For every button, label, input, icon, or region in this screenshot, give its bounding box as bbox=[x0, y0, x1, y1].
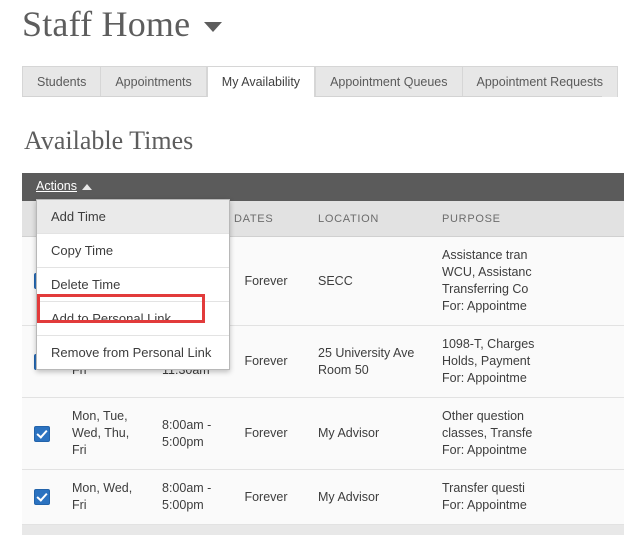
purpose-line: WCU, Assistanc bbox=[442, 265, 532, 279]
menu-item-copy-time[interactable]: Copy Time bbox=[37, 234, 229, 268]
cell-dates: Forever bbox=[224, 397, 308, 470]
tab-appointment-queues[interactable]: Appointment Queues bbox=[315, 66, 463, 97]
cell-times: 8:00am - 5:00pm bbox=[152, 397, 224, 470]
purpose-line: Assistance tran bbox=[442, 248, 528, 262]
purpose-line: For: Appointme bbox=[442, 371, 527, 385]
menu-item-add-to-personal-link[interactable]: Add to Personal Link bbox=[37, 302, 229, 336]
page-section-heading: Available Times bbox=[24, 126, 194, 155]
purpose-line: 1098-T, Charges bbox=[442, 337, 535, 351]
purpose-line: Holds, Payment bbox=[442, 354, 531, 368]
menu-item-add-time[interactable]: Add Time bbox=[37, 200, 229, 234]
panel-footer bbox=[22, 525, 624, 535]
cell-dates: Forever bbox=[224, 469, 308, 525]
cell-days: Mon, Tue, Wed, Thu, Fri bbox=[62, 397, 152, 470]
actions-menu-button[interactable]: Actions bbox=[36, 179, 92, 193]
menu-item-remove-from-personal-link[interactable]: Remove from Personal Link bbox=[37, 336, 229, 369]
tab-students[interactable]: Students bbox=[22, 66, 102, 97]
cell-dates: Forever bbox=[224, 325, 308, 398]
purpose-line: For: Appointme bbox=[442, 498, 527, 512]
chevron-down-icon[interactable] bbox=[204, 22, 223, 32]
cell-purpose: Assistance tran WCU, Assistanc Transferrin… bbox=[432, 236, 624, 326]
actions-dropdown-menu: Add Time Copy Time Delete Time Add to Perso… bbox=[36, 199, 230, 370]
purpose-line: Transferring Co bbox=[442, 282, 529, 296]
actions-menu-label: Actions bbox=[36, 179, 77, 193]
purpose-line: classes, Transfe bbox=[442, 426, 533, 440]
cell-location: My Advisor bbox=[308, 469, 432, 525]
tab-appointments[interactable]: Appointments bbox=[101, 66, 207, 97]
tab-appointment-requests[interactable]: Appointment Requests bbox=[462, 66, 618, 97]
cell-days: Mon, Wed, Fri bbox=[62, 469, 152, 525]
page-title-row[interactable]: Staff Home bbox=[22, 2, 223, 46]
purpose-line: For: Appointme bbox=[442, 443, 527, 457]
cell-location: SECC bbox=[308, 236, 432, 326]
cell-location: My Advisor bbox=[308, 397, 432, 470]
purpose-line: For: Appointme bbox=[442, 299, 527, 313]
table-row: Mon, Tue, Wed, Thu, Fri 8:00am - 5:00pm Fo… bbox=[22, 397, 624, 470]
purpose-line: Transfer questi bbox=[442, 481, 525, 495]
cell-times: 8:00am - 5:00pm bbox=[152, 469, 224, 525]
cell-purpose: Other question classes, Transfe For: Appoi… bbox=[432, 397, 624, 470]
chevron-up-icon bbox=[82, 184, 92, 190]
tab-bar: Students Appointments My Availability Appoi… bbox=[22, 66, 618, 97]
column-header-dates: DATES bbox=[224, 201, 308, 237]
cell-location: 25 University Ave Room 50 bbox=[308, 325, 432, 398]
column-header-purpose: PURPOSE bbox=[432, 201, 624, 237]
table-toolbar: Actions bbox=[22, 173, 624, 201]
purpose-line: Other question bbox=[442, 409, 524, 423]
row-checkbox[interactable] bbox=[34, 425, 50, 442]
cell-purpose: Transfer questi For: Appointme bbox=[432, 469, 624, 525]
row-select-cell bbox=[22, 397, 62, 470]
tab-my-availability[interactable]: My Availability bbox=[206, 66, 316, 97]
cell-dates: Forever bbox=[224, 236, 308, 326]
row-checkbox[interactable] bbox=[34, 489, 50, 506]
column-header-location: LOCATION bbox=[308, 201, 432, 237]
table-row: Mon, Wed, Fri 8:00am - 5:00pm Forever My Ad… bbox=[22, 469, 624, 525]
cell-purpose: 1098-T, Charges Holds, Payment For: Appoin… bbox=[432, 325, 624, 398]
menu-item-delete-time[interactable]: Delete Time bbox=[37, 268, 229, 302]
page-title: Staff Home bbox=[22, 4, 191, 44]
row-select-cell bbox=[22, 469, 62, 525]
